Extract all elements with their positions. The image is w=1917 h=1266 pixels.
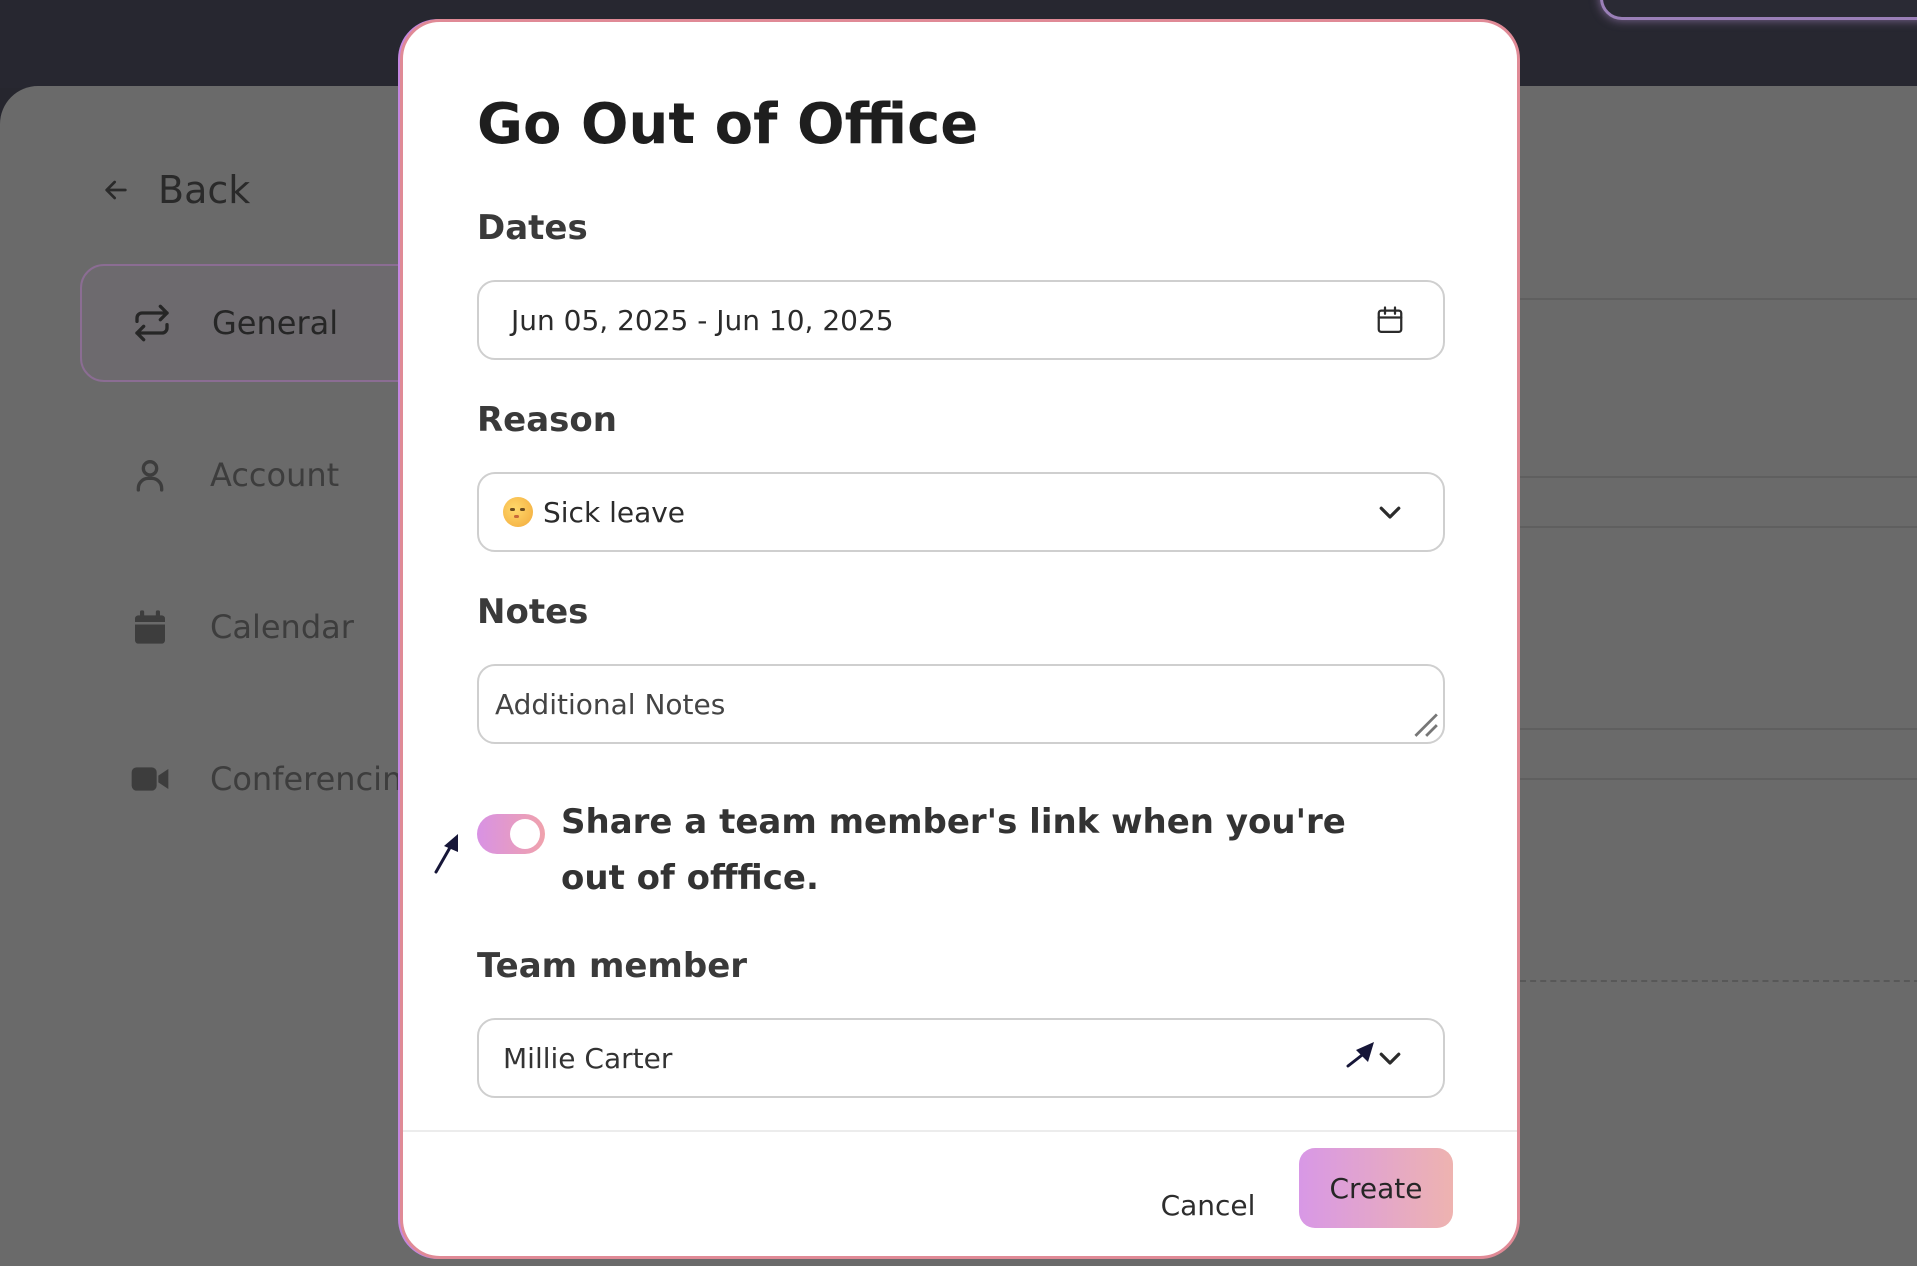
sidebar-item-account[interactable]: Account xyxy=(80,416,440,534)
sidebar-item-conferencing[interactable]: Conferencing xyxy=(80,720,440,838)
resize-handle-icon[interactable] xyxy=(1409,708,1439,738)
divider xyxy=(1520,728,1917,730)
create-button[interactable]: Create xyxy=(1299,1148,1453,1228)
divider xyxy=(1520,778,1917,780)
notes-placeholder: Additional Notes xyxy=(495,687,726,721)
divider xyxy=(1520,476,1917,478)
video-camera-icon xyxy=(131,767,169,791)
dates-label: Dates xyxy=(477,208,588,248)
back-label: Back xyxy=(158,168,251,212)
back-button[interactable]: Back xyxy=(100,168,250,212)
face-with-thermometer-emoji-icon xyxy=(503,497,533,527)
calendar-icon xyxy=(135,610,165,644)
team-member-label: Team member xyxy=(477,946,748,986)
arrow-left-icon xyxy=(105,180,127,200)
notes-textarea[interactable]: Additional Notes xyxy=(477,664,1445,744)
notes-label: Notes xyxy=(477,592,589,632)
team-member-value: Millie Carter xyxy=(503,1041,673,1075)
sidebar-item-label: Account xyxy=(210,456,340,494)
dialog-title: Go Out of Office xyxy=(477,92,979,157)
mouse-cursor-icon xyxy=(434,834,458,874)
user-icon xyxy=(136,460,164,492)
sidebar-item-general[interactable]: General xyxy=(80,264,440,382)
cancel-button[interactable]: Cancel xyxy=(1143,1170,1273,1240)
sidebar-item-label: Calendar xyxy=(210,608,354,646)
calendar-icon xyxy=(1377,306,1403,333)
reason-label: Reason xyxy=(477,400,617,440)
sidebar-item-calendar[interactable]: Calendar xyxy=(80,568,440,686)
date-range-picker[interactable]: Jun 05, 2025 - Jun 10, 2025 xyxy=(477,280,1445,360)
chevron-down-icon xyxy=(1379,506,1401,519)
team-member-select[interactable]: Millie Carter xyxy=(477,1018,1445,1098)
dialog-footer-divider xyxy=(403,1130,1517,1132)
divider xyxy=(1520,526,1917,528)
divider xyxy=(1520,298,1917,300)
sidebar-item-label: Conferencing xyxy=(210,760,423,798)
chevron-down-icon xyxy=(1379,1052,1401,1065)
share-link-toggle[interactable] xyxy=(477,814,545,854)
top-pill-button[interactable] xyxy=(1600,0,1917,20)
mouse-cursor-icon xyxy=(1346,1042,1374,1068)
date-range-value: Jun 05, 2025 - Jun 10, 2025 xyxy=(511,303,894,337)
share-link-label: Share a team member's link when you're o… xyxy=(561,802,1346,898)
reason-select[interactable]: Sick leave xyxy=(477,472,1445,552)
repeat-icon xyxy=(135,304,169,342)
toggle-knob xyxy=(510,819,540,849)
sidebar-item-label: General xyxy=(212,304,339,342)
divider xyxy=(1520,980,1917,982)
reason-value: Sick leave xyxy=(543,495,686,529)
